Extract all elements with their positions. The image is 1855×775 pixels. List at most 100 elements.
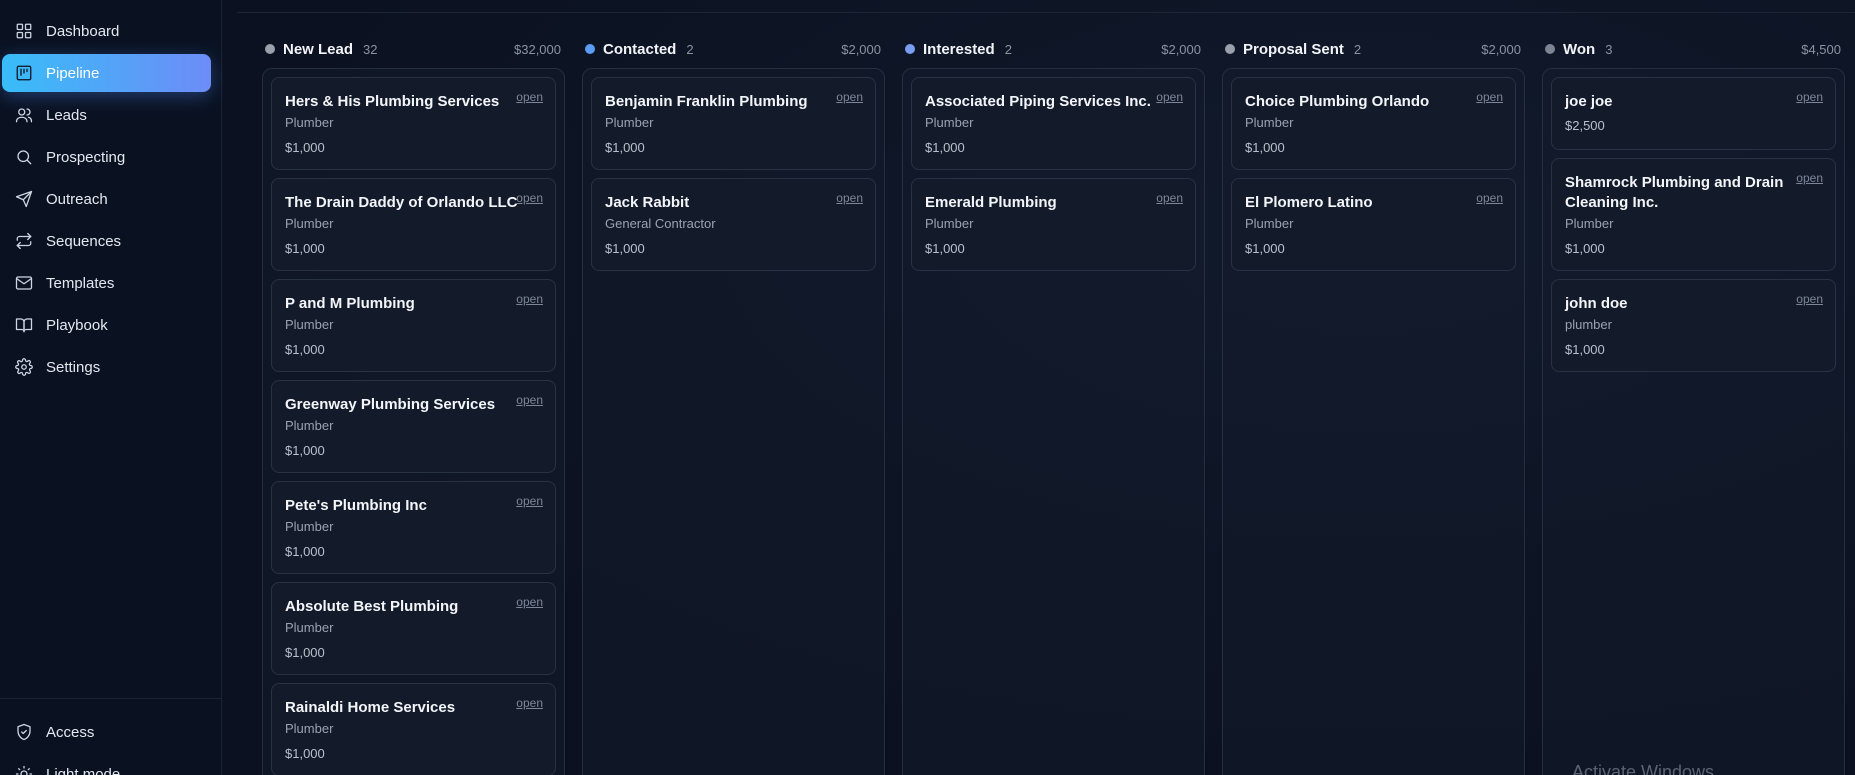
lead-card[interactable]: john doe plumber $1,000 open [1551, 279, 1836, 372]
sidebar-nav: Dashboard Pipeline Leads Prospecting Outreac… [0, 12, 222, 390]
lead-card[interactable]: Pete's Plumbing Inc Plumber $1,000 open [271, 481, 556, 574]
lead-name: john doe [1565, 295, 1628, 312]
sidebar-item-prospecting[interactable]: Prospecting [2, 138, 211, 176]
deal-value: $1,000 [1245, 241, 1285, 256]
status-dot-icon [265, 44, 275, 54]
deal-value: $1,000 [285, 342, 325, 357]
sidebar-item-leads[interactable]: Leads [2, 96, 211, 134]
open-lead-link[interactable]: open [516, 595, 543, 609]
users-icon [15, 106, 33, 124]
lead-card[interactable]: Benjamin Franklin Plumbing Plumber $1,000 o… [591, 77, 876, 170]
lead-category: Plumber [285, 519, 334, 534]
column-dropzone[interactable]: Choice Plumbing Orlando Plumber $1,000 open… [1222, 68, 1525, 775]
lead-card[interactable]: Choice Plumbing Orlando Plumber $1,000 open [1231, 77, 1516, 170]
lead-card[interactable]: Absolute Best Plumbing Plumber $1,000 open [271, 582, 556, 675]
lead-category: Plumber [285, 115, 334, 130]
deal-value: $1,000 [925, 241, 965, 256]
column-header: Contacted 2 $2,000 [582, 30, 885, 68]
open-lead-link[interactable]: open [516, 494, 543, 508]
lead-name: Shamrock Plumbing and Drain Cleaning Inc… [1565, 174, 1784, 211]
sidebar-item-pipeline[interactable]: Pipeline [2, 54, 211, 92]
open-lead-link[interactable]: open [516, 191, 543, 205]
column-title: Proposal Sent [1243, 40, 1344, 58]
column-count: 32 [363, 41, 378, 57]
column-dropzone[interactable]: Associated Piping Services Inc. Plumber $1… [902, 68, 1205, 775]
lead-category: Plumber [1245, 115, 1294, 130]
open-lead-link[interactable]: open [1476, 90, 1503, 104]
lead-name: Choice Plumbing Orlando [1245, 93, 1430, 110]
open-lead-link[interactable]: open [1796, 292, 1823, 306]
open-lead-link[interactable]: open [1156, 191, 1183, 205]
lead-name: Associated Piping Services Inc. [925, 93, 1151, 110]
sidebar-item-label: Leads [46, 106, 87, 124]
header-divider [237, 12, 1855, 13]
deal-value: $1,000 [605, 241, 645, 256]
lead-card[interactable]: Emerald Plumbing Plumber $1,000 open [911, 178, 1196, 271]
column-header: Won 3 $4,500 [1542, 30, 1845, 68]
open-lead-link[interactable]: open [1476, 191, 1503, 205]
open-lead-link[interactable]: open [836, 90, 863, 104]
status-dot-icon [1225, 44, 1235, 54]
gear-icon [15, 358, 33, 376]
sidebar-item-playbook[interactable]: Playbook [2, 306, 211, 344]
sidebar-item-label: Outreach [46, 190, 108, 208]
lead-card[interactable]: Associated Piping Services Inc. Plumber $1… [911, 77, 1196, 170]
column-header: Proposal Sent 2 $2,000 [1222, 30, 1525, 68]
lead-card[interactable]: Shamrock Plumbing and Drain Cleaning Inc… [1551, 158, 1836, 271]
sidebar-item-label: Pipeline [46, 64, 100, 82]
sidebar-item-light-mode[interactable]: Light mode [2, 755, 211, 775]
lead-card[interactable]: P and M Plumbing Plumber $1,000 open [271, 279, 556, 372]
column-title: New Lead [283, 40, 354, 58]
open-lead-link[interactable]: open [516, 696, 543, 710]
sidebar-item-dashboard[interactable]: Dashboard [2, 12, 211, 50]
lead-card[interactable]: Jack Rabbit General Contractor $1,000 open [591, 178, 876, 271]
sidebar-item-access[interactable]: Access [2, 713, 211, 751]
column-header: New Lead 32 $32,000 [262, 30, 565, 68]
column-dropzone[interactable]: joe joe $2,500 open Shamrock Plumbing and D… [1542, 68, 1845, 775]
deal-value: $1,000 [1565, 342, 1605, 357]
dashboard-icon [15, 22, 33, 40]
lead-card[interactable]: Rainaldi Home Services Plumber $1,000 open [271, 683, 556, 775]
lead-category: Plumber [285, 317, 334, 332]
lead-category: Plumber [285, 721, 334, 736]
open-lead-link[interactable]: open [516, 393, 543, 407]
open-lead-link[interactable]: open [836, 191, 863, 205]
sidebar-item-label: Light mode [46, 765, 121, 775]
sun-icon [15, 765, 33, 775]
column-count: 2 [1004, 41, 1012, 57]
column-dropzone[interactable]: Hers & His Plumbing Services Plumber $1,00… [262, 68, 565, 775]
lead-name: El Plomero Latino [1245, 194, 1373, 211]
column-count: 2 [686, 41, 694, 57]
column-count: 2 [1353, 41, 1362, 57]
lead-category: Plumber [1565, 216, 1614, 231]
sidebar-item-label: Templates [46, 274, 115, 292]
sidebar-item-outreach[interactable]: Outreach [2, 180, 211, 218]
deal-value: $1,000 [1565, 241, 1605, 256]
column-count: 3 [1605, 41, 1613, 57]
deal-value: $1,000 [285, 746, 325, 761]
lead-card[interactable]: Hers & His Plumbing Services Plumber $1,00… [271, 77, 556, 170]
column-total: $2,000 [1161, 41, 1201, 57]
sidebar-item-label: Playbook [46, 316, 108, 334]
deal-value: $1,000 [285, 241, 325, 256]
column-dropzone[interactable]: Benjamin Franklin Plumbing Plumber $1,000 o… [582, 68, 885, 775]
sidebar-item-label: Dashboard [46, 22, 120, 40]
sidebar-item-sequences[interactable]: Sequences [2, 222, 211, 260]
sidebar-item-settings[interactable]: Settings [2, 348, 211, 386]
sidebar-item-templates[interactable]: Templates [2, 264, 211, 302]
open-lead-link[interactable]: open [516, 292, 543, 306]
open-lead-link[interactable]: open [516, 90, 543, 104]
sidebar-footer: Access Light mode [0, 698, 222, 775]
lead-card[interactable]: Greenway Plumbing Services Plumber $1,000 o… [271, 380, 556, 473]
lead-card[interactable]: The Drain Daddy of Orlando LLC Plumber $1,… [271, 178, 556, 271]
sidebar: Dashboard Pipeline Leads Prospecting Outreac… [0, 0, 222, 775]
deal-value: $1,000 [285, 544, 325, 559]
open-lead-link[interactable]: open [1796, 90, 1823, 104]
lead-category: General Contractor [605, 216, 716, 231]
open-lead-link[interactable]: open [1796, 171, 1823, 185]
repeat-icon [15, 232, 33, 250]
lead-card[interactable]: El Plomero Latino Plumber $1,000 open [1231, 178, 1516, 271]
lead-card[interactable]: joe joe $2,500 open [1551, 77, 1836, 150]
book-icon [15, 316, 33, 334]
open-lead-link[interactable]: open [1156, 90, 1183, 104]
